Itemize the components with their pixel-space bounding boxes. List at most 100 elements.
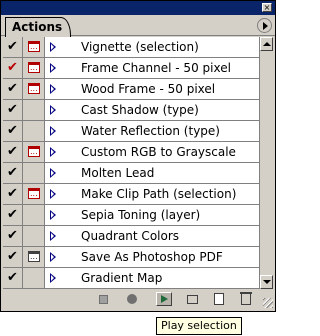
toggle-dialog-checkbox[interactable] <box>23 163 45 183</box>
toggle-dialog-checkbox[interactable] <box>23 58 45 78</box>
expand-arrow-icon[interactable] <box>50 126 56 136</box>
action-row[interactable]: ✔ Frame Channel - 50 pixel <box>3 58 259 79</box>
action-row[interactable]: ✔ Water Reflection (type) <box>3 121 259 142</box>
action-row[interactable]: ✔ Quadrant Colors <box>3 226 259 247</box>
action-row[interactable]: ✔ Custom RGB to Grayscale <box>3 142 259 163</box>
checkmark-icon: ✔ <box>7 186 18 201</box>
action-row[interactable]: ✔ Sepia Toning (layer) <box>3 205 259 226</box>
action-row[interactable]: ✔ Vignette (selection) <box>3 37 259 58</box>
new-action-icon[interactable] <box>214 293 224 305</box>
actions-list: ✔ Vignette (selection) ✔ Frame Channel - 50… <box>3 37 259 289</box>
toggle-dialog-checkbox[interactable] <box>23 100 45 120</box>
checkmark-icon: ✔ <box>7 39 18 54</box>
expand-arrow-icon[interactable] <box>50 168 56 178</box>
expand-arrow-icon[interactable] <box>50 84 56 94</box>
expand-arrow-icon[interactable] <box>50 42 56 52</box>
toggle-item-checkbox[interactable]: ✔ <box>3 37 23 57</box>
action-label: Make Clip Path (selection) <box>81 187 237 201</box>
action-row[interactable]: ✔ Cast Shadow (type) <box>3 100 259 121</box>
tab-actions[interactable]: Actions <box>5 17 72 37</box>
toggle-dialog-checkbox[interactable] <box>23 226 45 246</box>
action-label: Frame Channel - 50 pixel <box>81 61 231 75</box>
checkmark-icon: ✔ <box>7 249 18 264</box>
toggle-item-checkbox[interactable]: ✔ <box>3 205 23 225</box>
action-label: Sepia Toning (layer) <box>81 208 201 222</box>
action-row[interactable]: ✔ Gradient Map <box>3 268 259 289</box>
palette-titlebar[interactable]: × <box>1 1 275 15</box>
dialog-icon <box>28 41 40 52</box>
dialog-icon <box>28 230 40 241</box>
toggle-dialog-checkbox[interactable] <box>23 142 45 162</box>
toggle-item-checkbox[interactable]: ✔ <box>3 121 23 141</box>
expand-arrow-icon[interactable] <box>50 105 56 115</box>
checkmark-icon: ✔ <box>7 165 18 180</box>
expand-arrow-icon[interactable] <box>50 231 56 241</box>
checkmark-icon: ✔ <box>7 207 18 222</box>
close-icon[interactable]: × <box>262 3 272 12</box>
dialog-icon <box>28 251 40 262</box>
scroll-down-icon[interactable] <box>260 275 273 289</box>
toggle-item-checkbox[interactable]: ✔ <box>3 247 23 267</box>
palette-tab-row: Actions <box>1 15 275 37</box>
expand-arrow-icon[interactable] <box>50 273 56 283</box>
dialog-icon <box>28 167 40 178</box>
expand-arrow-icon[interactable] <box>50 63 56 73</box>
toggle-item-checkbox[interactable]: ✔ <box>3 226 23 246</box>
checkmark-icon: ✔ <box>7 144 18 159</box>
action-label: Water Reflection (type) <box>81 124 220 138</box>
toggle-dialog-checkbox[interactable] <box>23 268 45 288</box>
toggle-item-checkbox[interactable]: ✔ <box>3 142 23 162</box>
action-label: Save As Photoshop PDF <box>81 250 223 264</box>
play-icon[interactable] <box>156 292 172 306</box>
action-label: Quadrant Colors <box>81 229 180 243</box>
expand-arrow-icon[interactable] <box>50 189 56 199</box>
toggle-item-checkbox[interactable]: ✔ <box>3 184 23 204</box>
action-row[interactable]: ✔ Molten Lead <box>3 163 259 184</box>
action-row[interactable]: ✔ Make Clip Path (selection) <box>3 184 259 205</box>
expand-arrow-icon[interactable] <box>50 210 56 220</box>
dialog-icon <box>28 125 40 136</box>
checkmark-icon: ✔ <box>7 270 18 285</box>
checkmark-icon: ✔ <box>7 102 18 117</box>
toggle-dialog-checkbox[interactable] <box>23 205 45 225</box>
toggle-dialog-checkbox[interactable] <box>23 79 45 99</box>
toggle-dialog-checkbox[interactable] <box>23 247 45 267</box>
expand-arrow-icon[interactable] <box>50 147 56 157</box>
action-label: Gradient Map <box>81 271 163 285</box>
checkmark-icon: ✔ <box>7 81 18 96</box>
dialog-icon <box>28 83 40 94</box>
scrollbar[interactable] <box>259 37 273 289</box>
scroll-up-icon[interactable] <box>260 37 273 51</box>
action-label: Cast Shadow (type) <box>81 103 199 117</box>
record-icon[interactable] <box>127 294 137 304</box>
action-row[interactable]: ✔ Save As Photoshop PDF <box>3 247 259 268</box>
action-label: Wood Frame - 50 pixel <box>81 82 216 96</box>
dialog-icon <box>28 146 40 157</box>
checkmark-icon: ✔ <box>7 60 18 75</box>
palette-menu-button[interactable] <box>257 18 272 33</box>
toggle-item-checkbox[interactable]: ✔ <box>3 100 23 120</box>
action-label: Vignette (selection) <box>81 40 199 54</box>
toggle-item-checkbox[interactable]: ✔ <box>3 58 23 78</box>
dialog-icon <box>28 272 40 283</box>
dialog-icon <box>28 209 40 220</box>
new-set-icon[interactable] <box>187 295 198 304</box>
toggle-item-checkbox[interactable]: ✔ <box>3 268 23 288</box>
toggle-item-checkbox[interactable]: ✔ <box>3 79 23 99</box>
resize-grip-icon[interactable] <box>263 298 273 308</box>
toggle-item-checkbox[interactable]: ✔ <box>3 163 23 183</box>
actions-toolbar <box>3 290 273 308</box>
checkmark-icon: ✔ <box>7 123 18 138</box>
action-label: Custom RGB to Grayscale <box>81 145 236 159</box>
dialog-icon <box>28 62 40 73</box>
expand-arrow-icon[interactable] <box>50 252 56 262</box>
stop-icon[interactable] <box>99 295 108 304</box>
toggle-dialog-checkbox[interactable] <box>23 37 45 57</box>
action-row[interactable]: ✔ Wood Frame - 50 pixel <box>3 79 259 100</box>
toggle-dialog-checkbox[interactable] <box>23 184 45 204</box>
dialog-icon <box>28 104 40 115</box>
toggle-dialog-checkbox[interactable] <box>23 121 45 141</box>
actions-palette: × Actions ✔ Vignette (selection) ✔ Frame Ch… <box>0 0 276 312</box>
trash-icon[interactable] <box>240 292 252 305</box>
play-selection-tooltip: Play selection <box>156 317 242 335</box>
